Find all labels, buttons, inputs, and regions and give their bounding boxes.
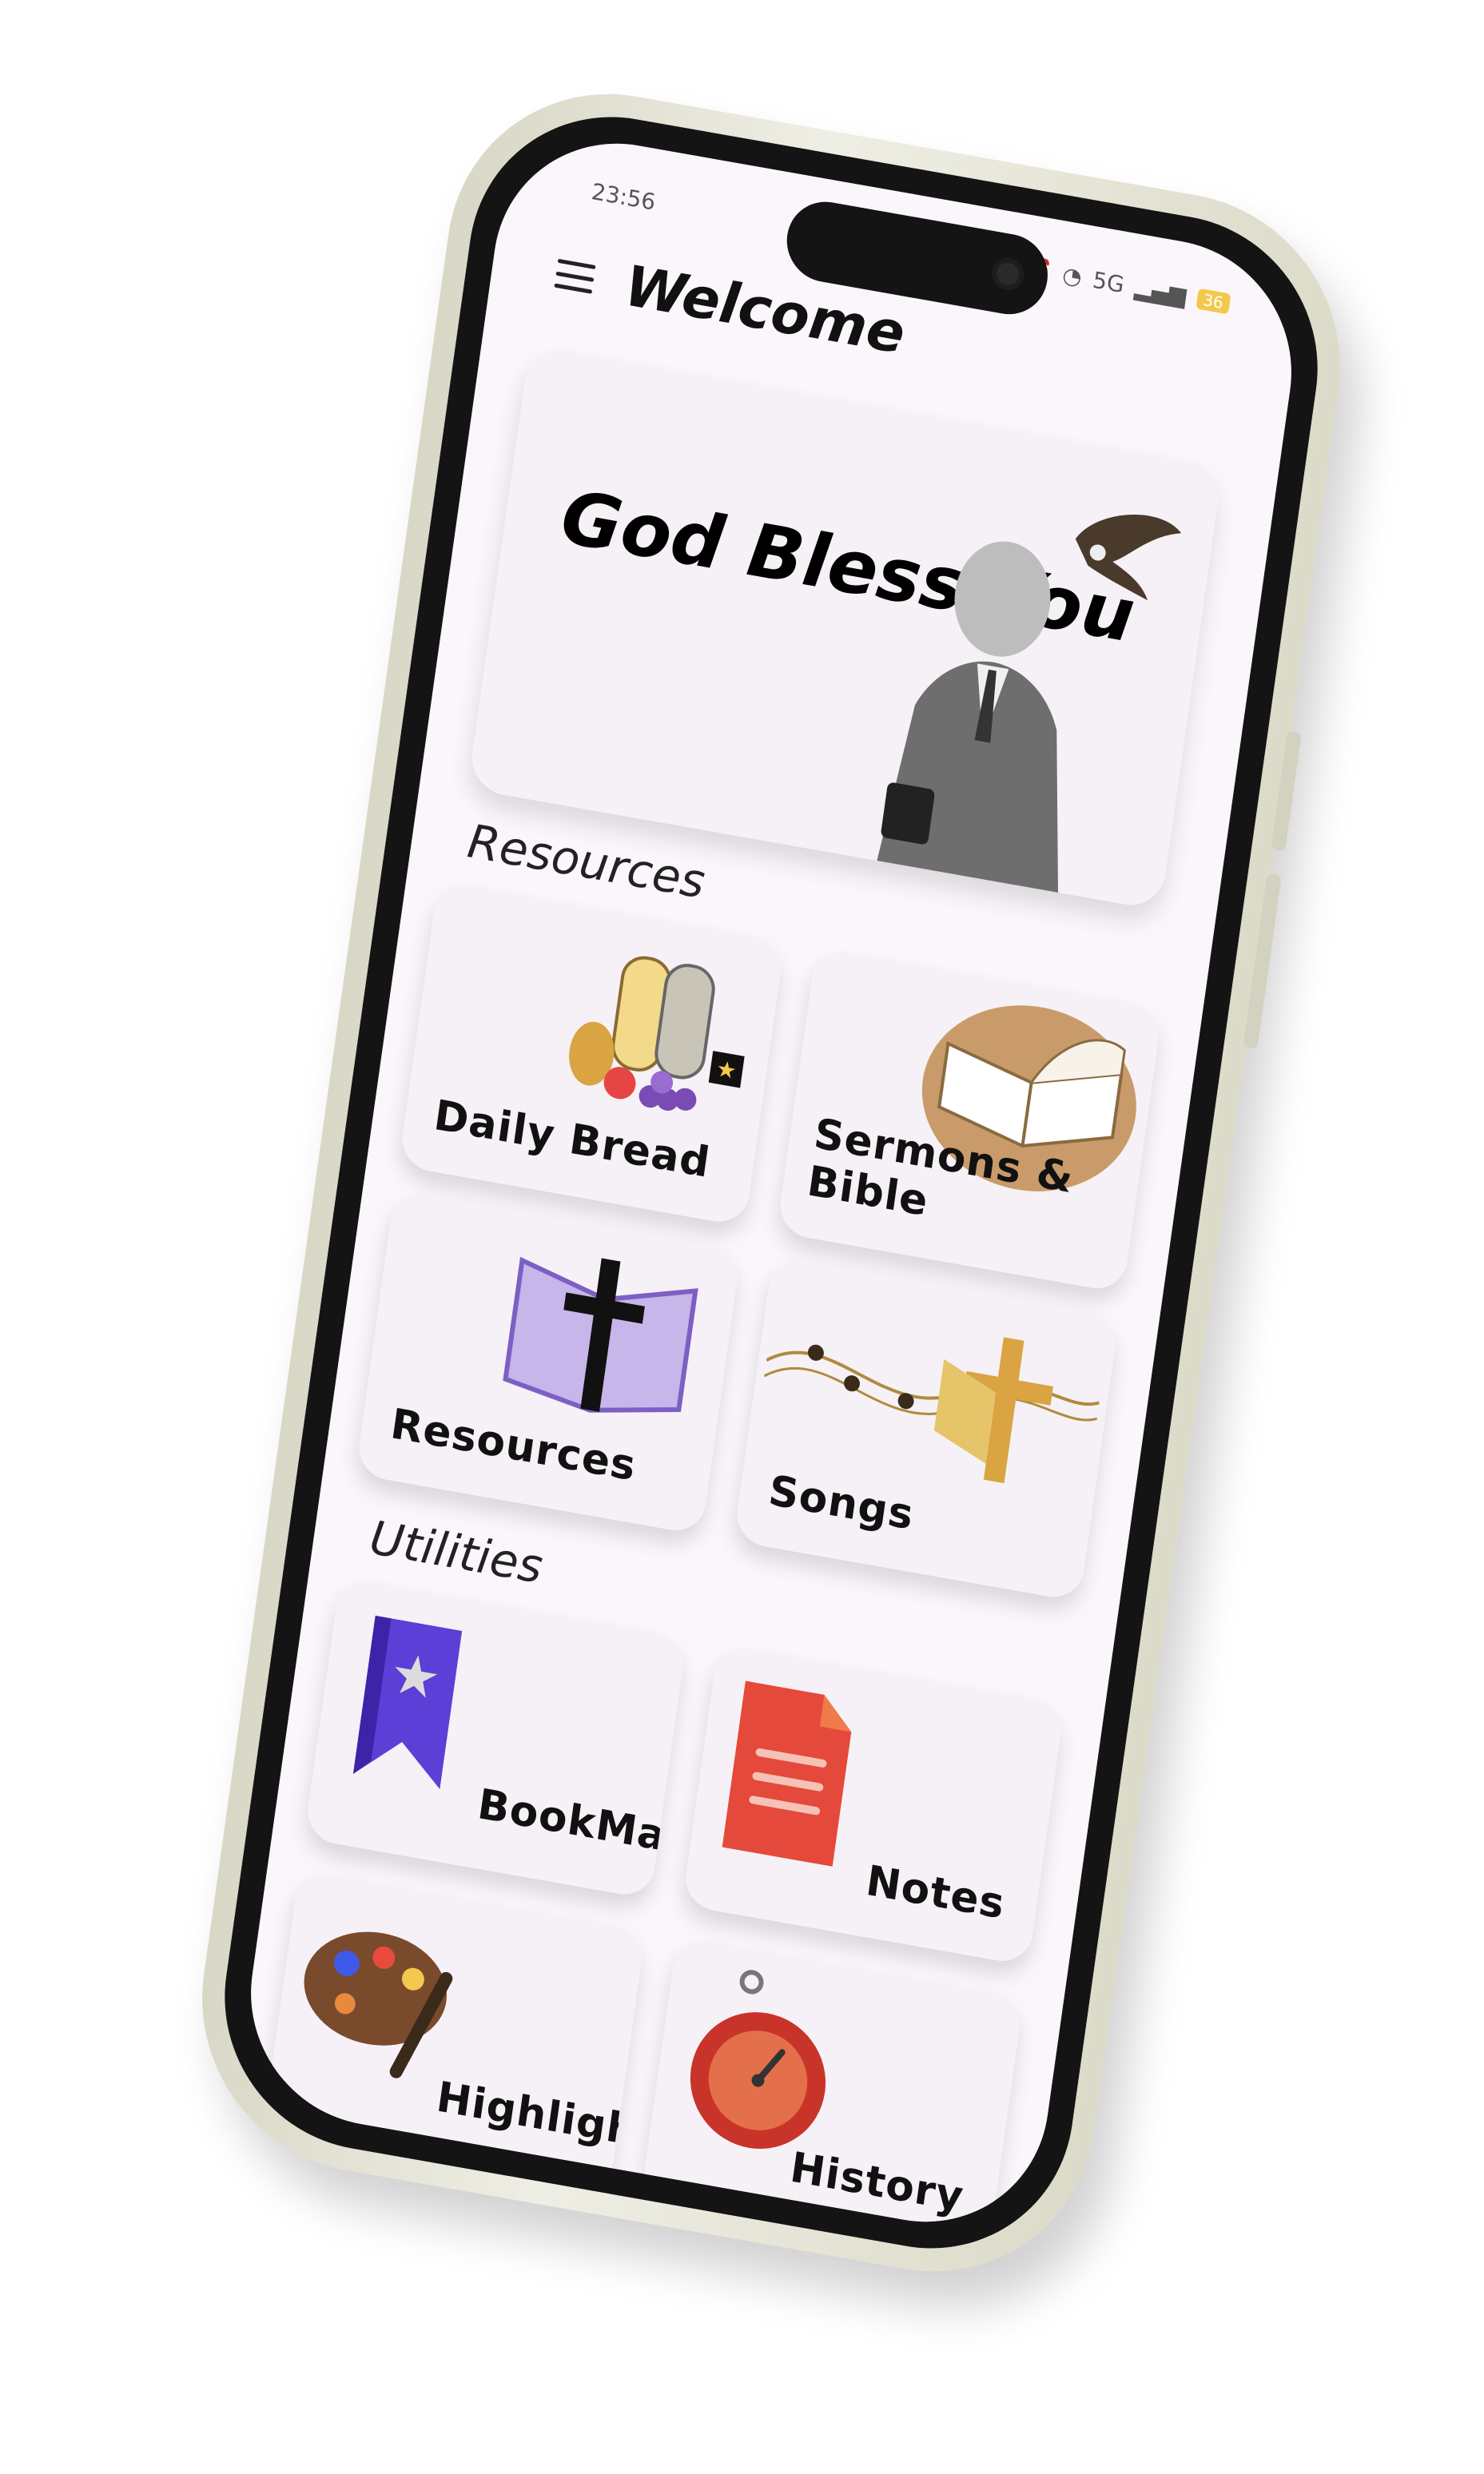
mockup-stage: 23:56 ⏰ ◔ 5G ▂▄▆ 36 Welcome xyxy=(0,0,1484,2474)
book-cross-icon xyxy=(503,1256,698,1413)
network-label: 5G xyxy=(1091,266,1126,299)
daily-bread-card[interactable]: ★ Daily Bread xyxy=(398,881,786,1227)
status-time: 23:56 xyxy=(590,178,658,216)
preacher-portrait-image xyxy=(877,515,1182,893)
resources-card[interactable]: Resources xyxy=(355,1189,742,1536)
svg-text:★: ★ xyxy=(714,1055,738,1084)
status-icons: ⏰ ◔ 5G ▂▄▆ 36 xyxy=(1022,254,1231,316)
hero-banner: God Bless You xyxy=(467,345,1223,911)
bookmark-icon: ★ xyxy=(352,1615,463,1790)
bookmark-card[interactable]: ★ BookMark xyxy=(304,1577,687,1899)
notes-icon xyxy=(722,1680,852,1867)
notes-card[interactable]: Notes xyxy=(682,1643,1065,1967)
camera-icon xyxy=(989,255,1026,293)
signal-icon: ▂▄▆ xyxy=(1133,273,1188,309)
hamburger-menu-icon[interactable] xyxy=(554,258,596,294)
notes-label: Notes xyxy=(863,1856,1009,1929)
utilities-section-title: Utilities xyxy=(366,1509,547,1594)
paint-palette-icon xyxy=(304,1931,453,2078)
phone-frame: 23:56 ⏰ ◔ 5G ▂▄▆ 36 Welcome xyxy=(180,67,1363,2298)
bookmark-label: BookMark xyxy=(475,1780,687,1870)
daily-bread-icon: ★ xyxy=(569,956,745,1112)
app-screen: 23:56 ⏰ ◔ 5G ▂▄▆ 36 Welcome xyxy=(234,123,1308,2242)
svg-text:★: ★ xyxy=(386,1640,444,1713)
sermons-bible-card[interactable]: Sermons & Bible xyxy=(776,947,1164,1294)
stopwatch-icon xyxy=(690,1970,826,2149)
battery-indicator: 36 xyxy=(1195,288,1231,314)
wifi-icon: ◔ xyxy=(1060,261,1084,291)
songs-card[interactable]: Songs xyxy=(733,1255,1120,1602)
